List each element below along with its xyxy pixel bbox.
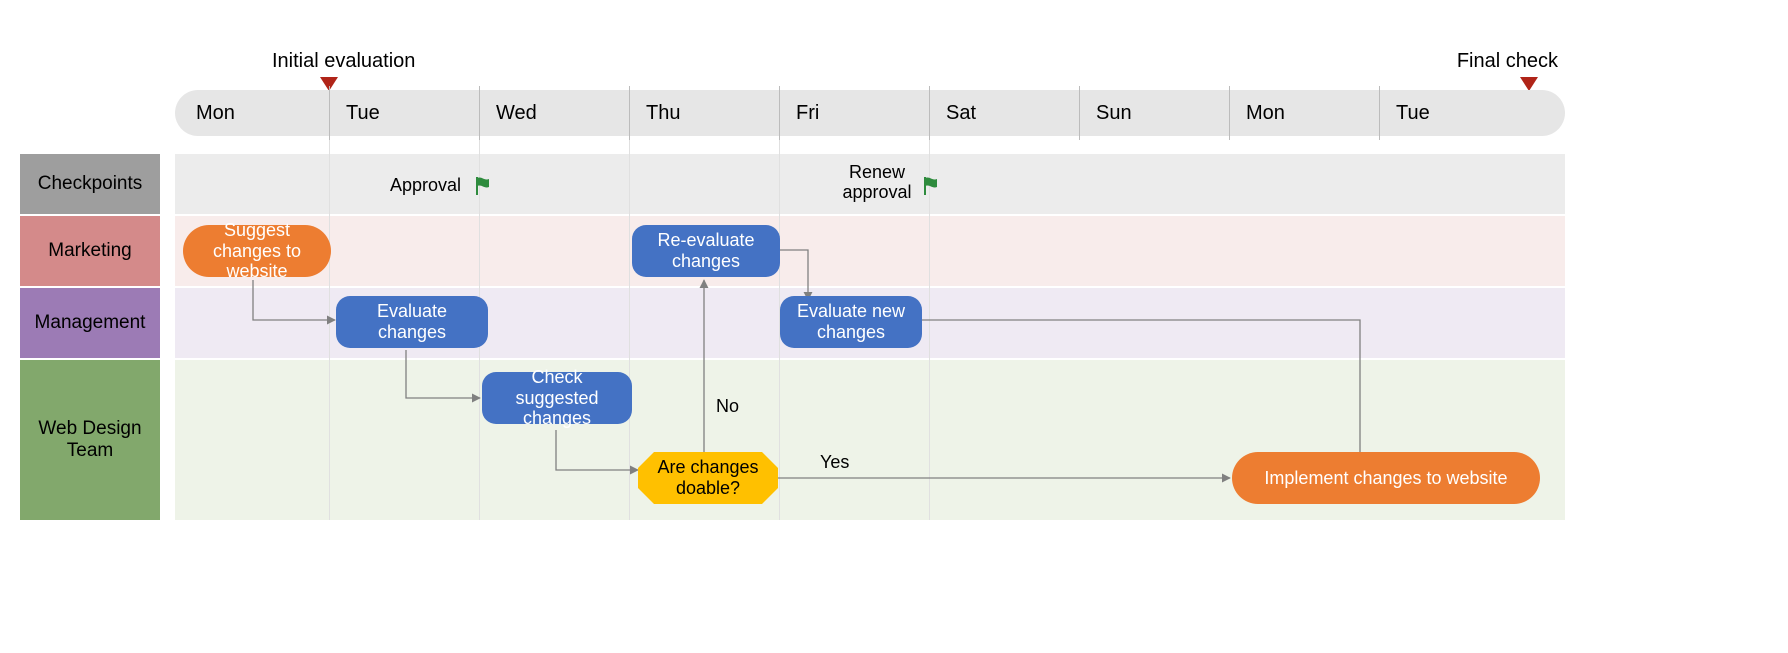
lane-title-checkpoints: Checkpoints xyxy=(20,154,160,214)
day-label: Tue xyxy=(1380,90,1546,136)
milestone-label-final: Final check xyxy=(1457,50,1558,73)
node-reevaluate-changes: Re-evaluate changes xyxy=(632,225,780,277)
lane-body-marketing xyxy=(175,216,1565,286)
day-label: Sat xyxy=(930,90,1096,136)
node-evaluate-changes: Evaluate changes xyxy=(336,296,488,348)
checkpoint-label-renew: Renew approval xyxy=(842,163,912,203)
swimlane-diagram: Initial evaluation Final check Checkpoin… xyxy=(20,20,1570,580)
lane-title-management: Management xyxy=(20,288,160,358)
node-decision-doable: Are changes doable? xyxy=(638,452,778,504)
day-label: Wed xyxy=(480,90,646,136)
day-label: Tue xyxy=(330,90,496,136)
day-label: Mon xyxy=(1230,90,1396,136)
gridline xyxy=(329,136,330,520)
milestone-label-initial: Initial evaluation xyxy=(272,50,415,73)
day-label: Fri xyxy=(780,90,946,136)
checkpoint-label-approval: Approval xyxy=(390,176,461,196)
flag-icon xyxy=(474,176,492,201)
lane-title-marketing: Marketing xyxy=(20,216,160,286)
day-label: Sun xyxy=(1080,90,1246,136)
day-label: Thu xyxy=(630,90,796,136)
node-check-changes: Check suggested changes xyxy=(482,372,632,424)
lane-title-webdesign: Web Design Team xyxy=(20,360,160,520)
edge-label-yes: Yes xyxy=(820,452,849,473)
node-suggest-changes: Suggest changes to website xyxy=(183,225,331,277)
day-label: Mon xyxy=(180,90,346,136)
flag-icon xyxy=(922,176,940,201)
gridline xyxy=(629,136,630,520)
node-evaluate-new: Evaluate new changes xyxy=(780,296,922,348)
node-implement-changes: Implement changes to website xyxy=(1232,452,1540,504)
edge-label-no: No xyxy=(716,396,739,417)
